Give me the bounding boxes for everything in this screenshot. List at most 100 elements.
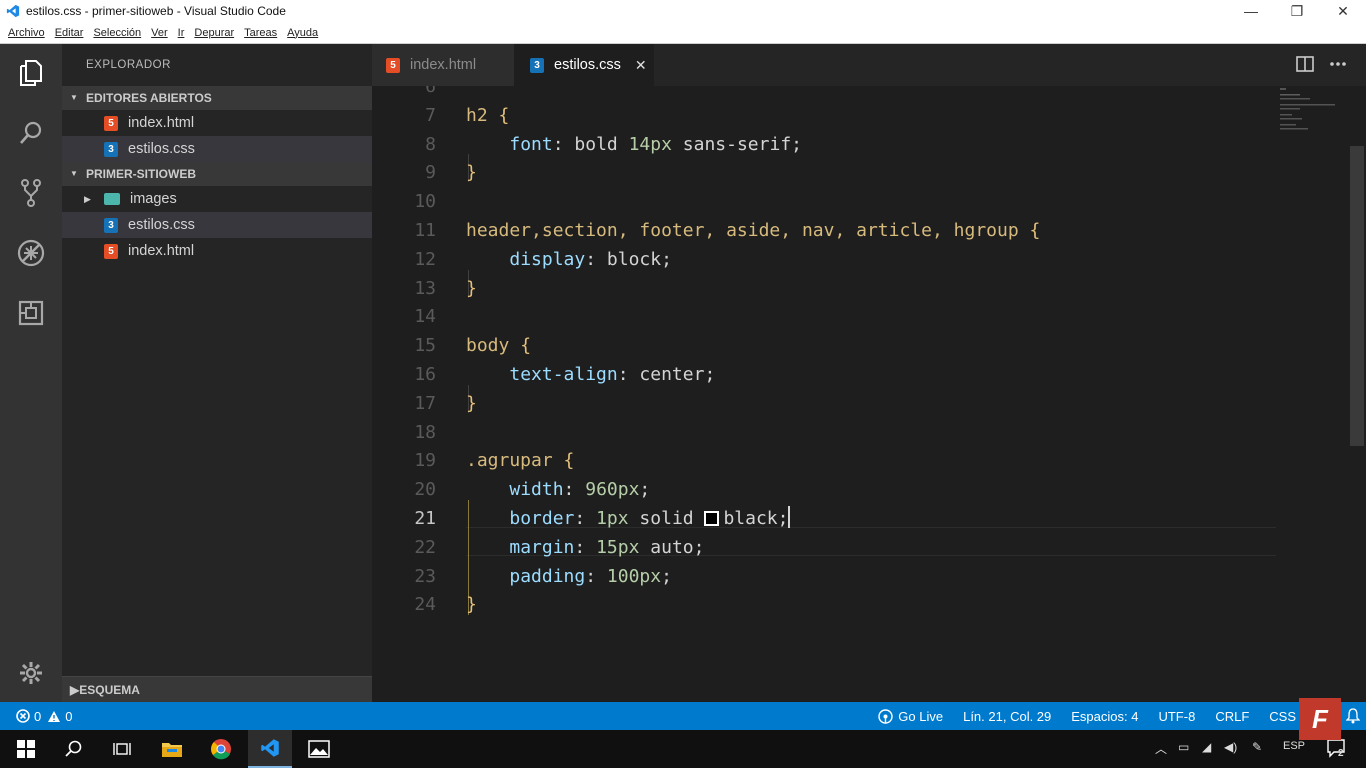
file-explorer-icon[interactable] [150,730,194,768]
explorer-sidebar: EXPLORADOR ▼ EDITORES ABIERTOS 5 index.h… [62,44,372,702]
tree-item-label: index.html [128,243,195,259]
tree-file-estilos-css[interactable]: 3 estilos.css [62,212,372,238]
input-language[interactable]: ESP [1283,740,1305,752]
indentation-setting[interactable]: Espacios: 4 [1071,709,1138,724]
network-icon[interactable]: ▭ [1178,740,1189,754]
encoding-setting[interactable]: UTF-8 [1158,709,1195,724]
editor-tab-bar: 5 index.html 3 estilos.css ✕ [372,44,1366,86]
go-live-button[interactable]: Go Live [878,709,943,724]
split-editor-icon[interactable] [1296,56,1314,72]
open-editors-header[interactable]: ▼ EDITORES ABIERTOS [62,86,372,110]
menu-ver[interactable]: Ver [151,27,168,39]
open-editor-label: index.html [128,115,195,131]
menu-bar: Archivo Editar Selección Ver Ir Depurar … [0,22,1366,44]
menu-ayuda[interactable]: Ayuda [287,27,318,39]
code-line[interactable]: 11 header,section, footer, aside, nav, ar… [372,216,1332,245]
pen-icon[interactable]: ✎ [1252,740,1262,754]
tab-index-html[interactable]: 5 index.html [372,44,514,86]
code-line[interactable]: 20 width: 960px; [372,475,1332,504]
tree-item-label: images [130,191,177,207]
line-number: 21 [414,508,436,529]
line-number: 19 [414,450,436,472]
code-line[interactable]: 17} [372,389,1332,418]
explorer-icon[interactable] [14,56,48,90]
code-line[interactable]: 15 body { [372,331,1332,360]
html-file-icon: 5 [386,57,400,73]
chevron-down-icon: ▼ [70,169,78,178]
notification-center-icon[interactable] [1326,738,1348,761]
minimap[interactable] [1280,86,1340,146]
minimize-button[interactable]: — [1228,0,1274,22]
chevron-down-icon: ▼ [70,93,78,102]
code-text: } [466,594,477,616]
menu-tareas[interactable]: Tareas [244,27,277,39]
open-editor-estilos-css[interactable]: 3 estilos.css [62,136,372,162]
restore-button[interactable]: ❐ [1274,0,1320,22]
code-line[interactable]: 13} [372,274,1332,303]
code-line[interactable]: 22 margin: 15px auto; [372,533,1332,562]
language-mode[interactable]: CSS [1269,709,1296,724]
code-line[interactable]: 9} [372,158,1332,187]
vscode-icon[interactable] [248,730,292,768]
wifi-icon[interactable]: ◢ [1202,740,1211,754]
code-line[interactable]: 16 text-align: center; [372,360,1332,389]
line-number: 24 [414,594,436,616]
code-line[interactable]: 24} [372,590,1332,619]
search-icon[interactable] [52,730,96,768]
outline-header[interactable]: ▶ ESQUEMA [62,676,372,702]
code-line[interactable]: 19 .agrupar { [372,446,1332,475]
gear-icon[interactable] [14,656,48,690]
close-window-button[interactable]: ✕ [1320,0,1366,22]
windows-start-icon[interactable] [4,730,48,768]
code-text: .agrupar { [466,450,575,472]
code-line[interactable]: 23 padding: 100px; [372,562,1332,591]
chevron-up-icon[interactable]: ︿ [1155,740,1167,757]
code-line[interactable]: 14 [372,302,1332,331]
more-actions-icon[interactable] [1328,56,1348,72]
code-line[interactable]: 8 font: bold 14px sans-serif; [372,130,1332,159]
chevron-right-icon: ▶ [70,682,80,697]
cursor-position[interactable]: Lín. 21, Col. 29 [963,709,1051,724]
line-number: 6 [425,86,436,97]
code-line[interactable]: 12 display: block; [372,245,1332,274]
project-header[interactable]: ▼ PRIMER-SITIOWEB [62,162,372,186]
code-text: display: block; [509,248,672,270]
search-icon[interactable] [14,116,48,150]
tree-file-index-html[interactable]: 5 index.html [62,238,372,264]
menu-ir[interactable]: Ir [178,27,185,39]
menu-editar[interactable]: Editar [55,27,84,39]
code-line[interactable]: 21 border: 1px solid black; [372,504,1332,533]
problems-indicator[interactable]: 0 0 [16,709,72,724]
code-line[interactable]: 10 [372,187,1332,216]
code-editor[interactable]: 6 7 h2 {8 font: bold 14px sans-serif; 9} 10 1… [372,86,1366,702]
eol-setting[interactable]: CRLF [1215,709,1249,724]
error-count: 0 [34,708,42,724]
window-title: estilos.css - primer-sitioweb - Visual S… [26,4,286,18]
vertical-scrollbar[interactable] [1350,146,1364,446]
menu-archivo[interactable]: Archivo [8,27,45,39]
source-control-icon[interactable] [14,176,48,210]
volume-icon[interactable]: ◀) [1224,740,1237,754]
code-line[interactable]: 6 [372,86,1332,101]
bell-icon[interactable] [1346,708,1360,724]
tab-label: index.html [410,57,477,73]
code-line[interactable]: 7 h2 { [372,101,1332,130]
close-tab-icon[interactable]: ✕ [635,57,647,74]
line-number: 7 [425,104,436,126]
warning-icon [48,710,61,722]
line-number: 10 [414,191,436,213]
menu-depurar[interactable]: Depurar [194,27,234,39]
open-editor-index-html[interactable]: 5 index.html [62,110,372,136]
tab-estilos-css[interactable]: 3 estilos.css ✕ [514,44,654,86]
menu-seleccion[interactable]: Selección [93,27,141,39]
code-line[interactable]: 18 [372,418,1332,447]
chrome-icon[interactable] [199,730,243,768]
tree-folder-images[interactable]: ▶ images [62,186,372,212]
color-swatch[interactable] [704,511,720,526]
line-number: 14 [414,306,436,328]
debug-icon[interactable] [14,236,48,270]
photos-icon[interactable] [297,730,341,768]
tree-item-label: estilos.css [128,217,195,233]
task-view-icon[interactable] [100,730,144,768]
extensions-icon[interactable] [14,296,48,330]
